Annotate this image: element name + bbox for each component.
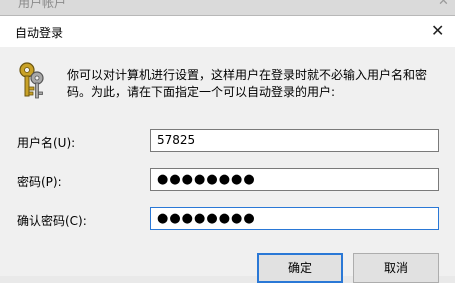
- username-field[interactable]: 57825: [150, 129, 439, 152]
- username-label: 用户名(U):: [17, 136, 76, 150]
- close-icon[interactable]: ✕: [438, 0, 449, 9]
- keys-icon: [13, 60, 49, 102]
- confirm-password-label: 确认密码(C):: [17, 214, 87, 228]
- auto-login-dialog: 自动登录 ✕ 你可以对计算机进行设置，这样用户在登录时就不必输入用户名和密码。为…: [0, 15, 455, 283]
- dialog-description: 你可以对计算机进行设置，这样用户在登录时就不必输入用户名和密码。为此，请在下面指…: [67, 68, 428, 99]
- password-label: 密码(P):: [17, 175, 62, 189]
- background-window-title: 用户帐户: [18, 0, 67, 10]
- close-button[interactable]: ✕: [424, 18, 452, 44]
- cancel-button[interactable]: 取消: [353, 253, 439, 283]
- password-field[interactable]: ●●●●●●●●: [150, 168, 439, 191]
- dialog-title: 自动登录: [15, 26, 64, 40]
- close-icon: ✕: [431, 21, 445, 40]
- dialog-titlebar: 自动登录 ✕: [0, 16, 455, 47]
- confirm-password-field[interactable]: ●●●●●●●●: [150, 207, 439, 230]
- ok-button[interactable]: 确定: [257, 253, 343, 283]
